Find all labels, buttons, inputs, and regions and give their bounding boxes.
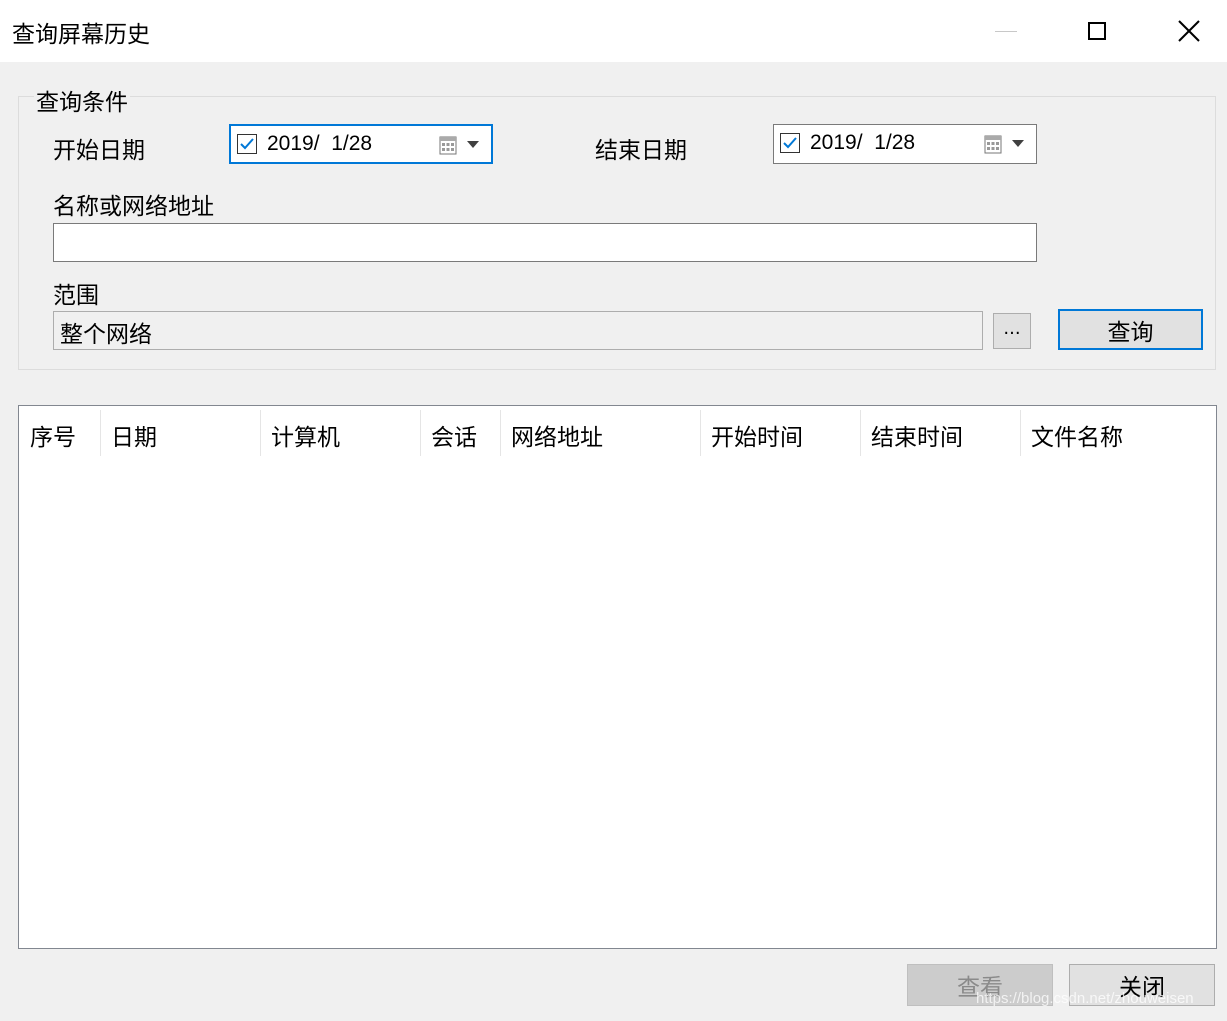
watermark-text: https://blog.csdn.net/zhouweisen — [976, 990, 1194, 1007]
calendar-icon — [984, 135, 1002, 154]
start-date-value[interactable]: 2019/ 1/28 — [267, 132, 372, 156]
window-title: 查询屏幕历史 — [12, 22, 150, 48]
maximize-button[interactable] — [1051, 0, 1143, 62]
column-header[interactable]: 序号 — [19, 406, 100, 456]
calendar-icon — [439, 136, 457, 155]
start-date-picker[interactable]: 2019/ 1/28 — [229, 124, 493, 164]
column-header[interactable]: 计算机 — [260, 406, 420, 456]
name-or-address-input[interactable] — [53, 223, 1037, 262]
chevron-down-icon[interactable] — [1012, 140, 1024, 147]
browse-scope-button[interactable]: ... — [993, 313, 1031, 349]
column-header[interactable]: 开始时间 — [700, 406, 860, 456]
maximize-icon — [1088, 22, 1106, 40]
start-date-label: 开始日期 — [53, 138, 145, 164]
close-window-button[interactable] — [1143, 0, 1227, 62]
end-date-value[interactable]: 2019/ 1/28 — [810, 131, 915, 155]
name-or-address-label: 名称或网络地址 — [53, 194, 214, 220]
column-header[interactable]: 网络地址 — [500, 406, 700, 456]
column-header[interactable]: 结束时间 — [860, 406, 1020, 456]
scope-field: 整个网络 — [53, 311, 983, 350]
title-bar: 查询屏幕历史 — [0, 0, 1227, 62]
minimize-icon — [995, 30, 1017, 32]
query-button[interactable]: 查询 — [1058, 309, 1203, 350]
column-header[interactable]: 日期 — [100, 406, 260, 456]
minimize-button[interactable] — [960, 0, 1052, 62]
query-criteria-title: 查询条件 — [34, 83, 130, 117]
results-table[interactable]: 序号 日期 计算机 会话 网络地址 开始时间 结束时间 文件名称 — [18, 405, 1217, 949]
end-date-checkbox[interactable] — [780, 133, 800, 153]
close-icon — [1178, 20, 1200, 42]
start-date-checkbox[interactable] — [237, 134, 257, 154]
column-header[interactable]: 会话 — [420, 406, 500, 456]
chevron-down-icon[interactable] — [467, 141, 479, 148]
end-date-label: 结束日期 — [595, 138, 687, 164]
scope-label: 范围 — [53, 283, 99, 309]
end-date-picker[interactable]: 2019/ 1/28 — [773, 124, 1037, 164]
checkmark-icon — [783, 137, 797, 149]
column-header[interactable]: 文件名称 — [1020, 406, 1210, 456]
checkmark-icon — [240, 138, 254, 150]
